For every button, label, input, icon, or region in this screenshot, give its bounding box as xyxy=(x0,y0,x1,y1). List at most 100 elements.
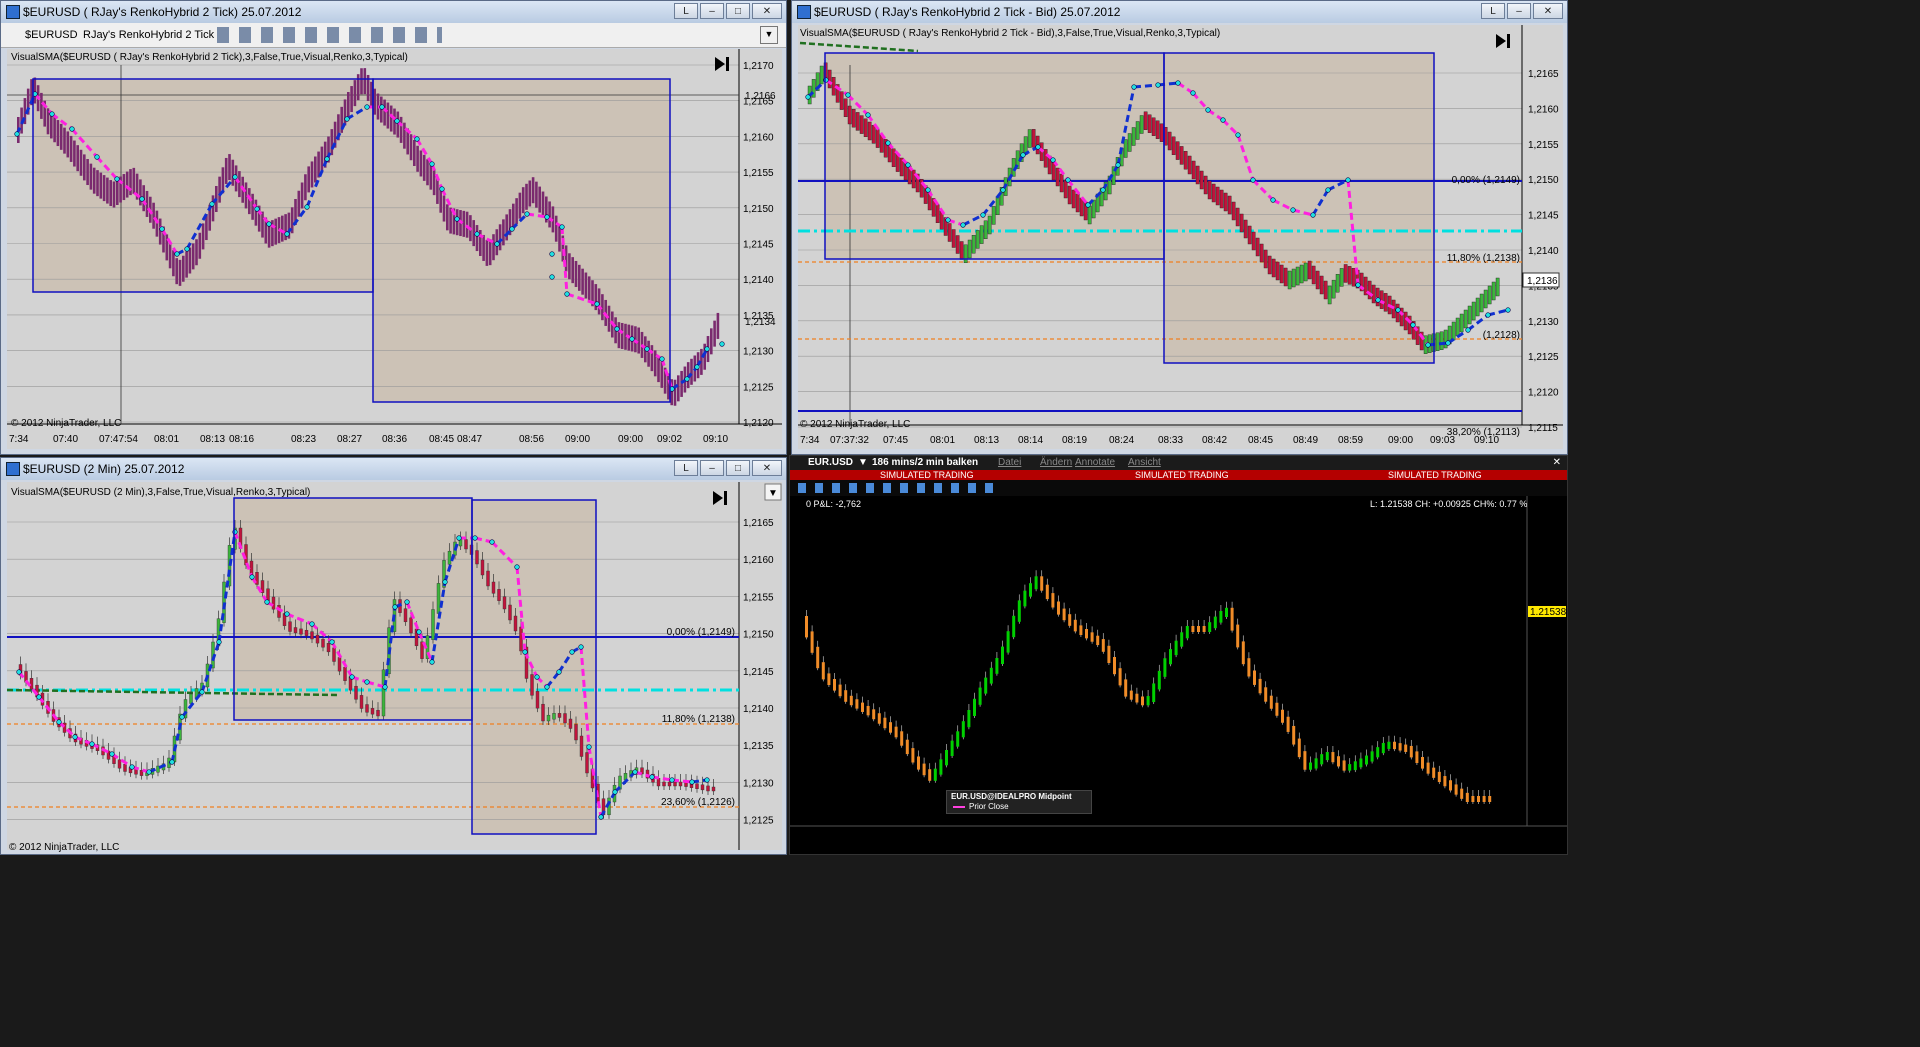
close-icon[interactable]: ✕ xyxy=(752,3,782,19)
sma-dot xyxy=(1175,80,1181,86)
candle-body xyxy=(508,604,512,621)
x-axis-tick: 08:19 xyxy=(1062,435,1087,446)
ib-menu-annotate[interactable]: Annotate xyxy=(1075,456,1115,470)
series-selector[interactable]: RJay's RenkoHybrid 2 Tick xyxy=(83,23,214,47)
simulated-banner: SIMULATED TRADING SIMULATED TRADING SIMULA… xyxy=(790,470,1567,480)
sma-dot xyxy=(719,341,725,347)
candle-body xyxy=(1118,668,1122,686)
minimize-icon[interactable]: – xyxy=(700,460,724,476)
sma-dot xyxy=(569,649,575,655)
candle-body xyxy=(1169,649,1172,665)
indicator-label: VisualSMA($EURUSD ( RJay's RenkoHybrid 2… xyxy=(11,52,408,63)
renko-brick xyxy=(436,177,439,204)
renko-brick xyxy=(1259,243,1264,263)
instrument-selector[interactable]: $EURUSD xyxy=(25,23,78,47)
chevron-down-icon[interactable]: ▼ xyxy=(858,456,868,470)
sma-dot xyxy=(56,719,62,725)
renko-brick xyxy=(178,259,182,286)
ib-period[interactable]: 186 mins/2 min balken xyxy=(872,456,978,470)
y-axis-tick: 1.21450 xyxy=(1533,665,1568,676)
x-axis-tick: 08:50 xyxy=(1290,829,1315,840)
legend-title: EUR.USD@IDEALPRO Midpoint xyxy=(951,792,1072,801)
renko-brick xyxy=(347,92,350,118)
renko-brick xyxy=(1455,317,1460,337)
link-button[interactable]: L xyxy=(674,460,698,476)
renko-brick xyxy=(422,154,426,181)
maximize-icon[interactable]: □ xyxy=(726,3,750,19)
sma-dot xyxy=(249,574,255,580)
x-axis-tick: 08:23 xyxy=(291,434,316,445)
candle-body xyxy=(1488,796,1492,802)
ib-titlebar: EUR.USD ▼ 186 mins/2 min balken Datei Än… xyxy=(790,456,1567,470)
sma-dot xyxy=(905,162,911,168)
ib-menu-ansicht[interactable]: Ansicht xyxy=(1128,456,1161,470)
chart-plot-area[interactable]: 1,2165 1,2160 1,2155 1,2150 1,2145 1,2140 1,21… xyxy=(7,482,782,853)
ib-menu-aendern[interactable]: Ändern xyxy=(1040,456,1072,470)
renko-brick xyxy=(304,174,307,201)
candle-body xyxy=(866,705,870,716)
y-axis-tick: 1,2155 xyxy=(743,592,774,603)
minimize-icon[interactable]: – xyxy=(1507,3,1531,19)
close-icon[interactable]: ✕ xyxy=(1553,456,1561,470)
renko-brick xyxy=(541,191,545,218)
sma-dot xyxy=(564,291,570,297)
sma-dot xyxy=(114,176,120,182)
renko-brick xyxy=(228,154,231,181)
renko-brick xyxy=(1175,141,1180,160)
renko-brick xyxy=(995,196,1000,216)
candle-body xyxy=(1398,743,1402,751)
ninjatrader-icon xyxy=(797,5,811,19)
sma-dot xyxy=(472,535,478,541)
chart-plot-area[interactable]: 1,2165 1,2160 1,2155 1,2150 1,2145 1,2140 1,21… xyxy=(798,25,1563,449)
window-titlebar: $EURUSD ( RJay's RenkoHybrid 2 Tick) 25.… xyxy=(1,1,786,23)
chart-plot-area[interactable]: 1,2170 1,2165 1,2160 1,2155 1,2150 1,2145 1,21… xyxy=(7,49,782,449)
close-icon[interactable]: ✕ xyxy=(752,460,782,476)
candle-body xyxy=(513,615,518,632)
close-icon[interactable]: ✕ xyxy=(1533,3,1563,19)
sma-dot xyxy=(649,774,655,780)
renko-brick xyxy=(1219,189,1224,209)
sma-dot xyxy=(1310,212,1316,218)
renko-brick xyxy=(498,224,502,251)
sma-dot xyxy=(586,744,592,750)
renko-brick xyxy=(419,150,423,177)
link-button[interactable]: L xyxy=(674,3,698,19)
minimize-icon[interactable]: – xyxy=(700,3,724,19)
ib-toolbar[interactable] xyxy=(790,480,1567,496)
sma-dot xyxy=(1155,82,1161,88)
y-axis-tick: 1.21475 xyxy=(1533,649,1568,660)
sma-dot xyxy=(885,140,891,146)
link-button[interactable]: L xyxy=(1481,3,1505,19)
sma-dot xyxy=(209,201,215,207)
x-axis-tick-secondary: 22:15 xyxy=(997,842,1022,853)
toolbar-icons[interactable] xyxy=(217,27,442,43)
candle-body xyxy=(288,621,292,632)
candle-body xyxy=(1331,752,1335,763)
candle-body xyxy=(365,704,369,713)
sma-dot xyxy=(72,734,78,740)
renko-brick xyxy=(558,225,561,252)
sma-dot xyxy=(159,226,165,232)
x-axis-tick: 08:49 xyxy=(1293,435,1318,446)
ninjatrader-icon xyxy=(6,462,20,476)
renko-brick xyxy=(1215,186,1220,206)
window-title: $EURUSD (2 Min) 25.07.2012 xyxy=(23,462,185,476)
renko-brick xyxy=(300,182,304,209)
maximize-icon[interactable]: □ xyxy=(726,460,750,476)
ib-menu-datei[interactable]: Datei xyxy=(998,456,1021,470)
renko-brick xyxy=(129,169,132,196)
x-axis-tick: 08:59 xyxy=(1338,435,1363,446)
candle-body xyxy=(1437,771,1441,783)
renko-brick xyxy=(261,211,264,238)
renko-brick xyxy=(991,206,996,225)
y-axis-tick: 1,2160 xyxy=(1528,104,1559,115)
chevron-down-icon[interactable]: ▼ xyxy=(760,26,778,44)
sma-dot xyxy=(364,679,370,685)
renko-brick xyxy=(1295,266,1300,286)
candle-body xyxy=(535,691,540,709)
ib-symbol[interactable]: EUR.USD xyxy=(808,456,853,470)
candle-body xyxy=(917,756,920,770)
toolbar-icons[interactable] xyxy=(798,483,998,493)
sma-dot xyxy=(174,251,180,257)
sma-dot xyxy=(1235,132,1241,138)
